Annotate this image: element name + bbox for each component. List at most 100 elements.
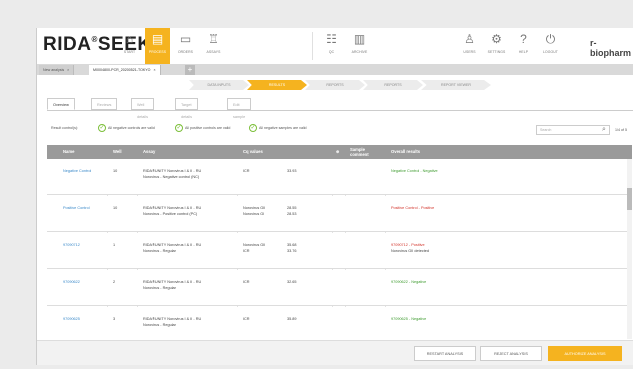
check-negative-controls: ✓ All negative controls are valid <box>98 123 155 133</box>
step-reports[interactable]: REPORTS <box>305 80 365 90</box>
subtab-overview[interactable]: Overview <box>47 98 75 110</box>
controls-label: Result control(s): <box>51 126 79 130</box>
nav-process-button[interactable]: ▤ PROCESS <box>145 28 170 64</box>
col-comment-icon[interactable]: ⊕ <box>336 145 340 159</box>
col-assay[interactable]: Assay <box>143 145 155 159</box>
nav-logout-button[interactable]: ⏻ LOGOUT <box>538 28 563 64</box>
add-tab-button[interactable]: + <box>185 65 195 75</box>
cq-value: 35.68 <box>287 243 297 247</box>
subtab-target-details[interactable]: Target details <box>175 98 198 119</box>
assays-icon: ♖ <box>208 32 219 46</box>
qc-icon: ☷ <box>326 32 337 46</box>
top-header: RIDA®SEEK ⌂ START ▤ PROCESS ▭ ORDERS ♖ A… <box>37 28 633 64</box>
power-icon: ⏻ <box>545 32 556 46</box>
subtab-edit-sample[interactable]: Edit sample <box>227 98 252 119</box>
row-well: 3 <box>113 317 116 321</box>
search-input[interactable]: Search <box>536 125 610 135</box>
nav-start-button[interactable]: ⌂ START <box>117 28 142 64</box>
result-main: 97090712 - Positive <box>391 243 425 247</box>
subtab-reviews[interactable]: Reviews <box>91 98 118 110</box>
row-result: 97090712 - Positive Norovirus GII detecte… <box>391 243 429 254</box>
nav-help-button[interactable]: ? HELP <box>511 28 536 64</box>
pager-label: 1/4 of 5 <box>615 128 627 132</box>
authorize-analysis-button[interactable]: AUTHORIZE ANALYSIS <box>548 346 622 361</box>
check-label: All negative controls are valid <box>108 126 155 130</box>
tab-current-analysis[interactable]: M0004800-PCR_20200521-TOKYO × <box>89 65 161 75</box>
tab-label: New analysis <box>43 68 65 72</box>
cq-target: Norovirus GII <box>243 206 266 210</box>
nav-orders-button[interactable]: ▭ ORDERS <box>173 28 198 64</box>
row-cq-target: ICR <box>243 280 250 284</box>
nav-qc-button[interactable]: ☷ QC <box>319 28 344 64</box>
assay-line: Norovirus - Negative control (NC) <box>143 174 200 179</box>
row-name[interactable]: 97090625 <box>63 317 80 323</box>
nav-label: QC <box>328 50 335 54</box>
cq-target: Norovirus GI <box>243 211 265 216</box>
row-cq-value: 33.93 <box>287 169 297 173</box>
check-label: All negative samples are valid <box>259 126 307 130</box>
row-cq-value: 32.65 <box>287 280 297 284</box>
nav-assays-button[interactable]: ♖ ASSAYS <box>201 28 226 64</box>
assay-line: Norovirus - Positive control (PC) <box>143 211 198 216</box>
table-row[interactable]: Negative Control 10 RIDA®UNITY Norovirus… <box>47 159 632 195</box>
row-cq-value: 28.55 28.53 <box>287 206 297 217</box>
row-name[interactable]: Negative Control <box>63 169 91 175</box>
table-scrollbar[interactable] <box>627 159 632 339</box>
nav-settings-button[interactable]: ⚙ SETTINGS <box>484 28 509 64</box>
archive-icon: ▥ <box>353 32 366 46</box>
scrollbar-thumb[interactable] <box>627 188 632 210</box>
process-icon: ▤ <box>151 32 164 46</box>
restart-analysis-button[interactable]: RESTART ANALYSIS <box>414 346 476 361</box>
close-icon[interactable]: × <box>67 68 69 72</box>
table-row[interactable]: Positive Control 10 RIDA®UNITY Norovirus… <box>47 196 632 232</box>
step-results[interactable]: RESULTS <box>247 80 307 90</box>
table-row[interactable]: 97090622 2 RIDA®UNITY Norovirus I & II -… <box>47 270 632 306</box>
check-circle-icon: ✓ <box>98 124 106 133</box>
reject-analysis-button[interactable]: REJECT ANALYSIS <box>480 346 542 361</box>
tab-label: M0004800-PCR_20200521-TOKYO <box>93 68 151 72</box>
row-name[interactable]: 97090622 <box>63 280 80 286</box>
tab-new-analysis[interactable]: New analysis × <box>39 65 75 75</box>
table-row[interactable]: 97090625 3 RIDA®UNITY Norovirus I & II -… <box>47 307 632 343</box>
assay-line: Norovirus - Regular <box>143 248 176 253</box>
table-row[interactable]: 97090712 1 RIDA®UNITY Norovirus I & II -… <box>47 233 632 269</box>
subtab-underline <box>47 110 633 111</box>
row-well: 10 <box>113 206 118 210</box>
header-divider <box>312 32 313 60</box>
assay-line: Norovirus - Regular <box>143 322 176 327</box>
cq-value: 33.76 <box>287 248 297 253</box>
assay-line: Norovirus - Regular <box>143 285 176 290</box>
check-positive-controls: ✓ All positive controls are valid <box>175 123 230 133</box>
action-footer: RESTART ANALYSIS REJECT ANALYSIS AUTHORI… <box>37 340 633 365</box>
row-cq-target: Norovirus GII ICR <box>243 243 265 254</box>
row-well: 2 <box>113 280 116 284</box>
row-well: 1 <box>113 243 116 247</box>
row-name[interactable]: 97090712 <box>63 243 80 249</box>
step-report-viewer[interactable]: REPORT VIEWER <box>421 80 491 90</box>
col-overall-results[interactable]: Overall results <box>391 145 420 159</box>
check-circle-icon: ✓ <box>249 124 257 133</box>
brand-logo: r-biopharm <box>590 38 632 58</box>
col-sample-comment[interactable]: Sample comment <box>350 145 382 159</box>
col-name[interactable]: Name <box>63 145 74 159</box>
screen-background: RIDA®SEEK ⌂ START ▤ PROCESS ▭ ORDERS ♖ A… <box>0 0 633 369</box>
assay-line: RIDA®UNITY Norovirus I & II - RU <box>143 206 202 210</box>
step-reports-2[interactable]: REPORTS <box>363 80 423 90</box>
assay-line: RIDA®UNITY Norovirus I & II - RU <box>143 169 202 173</box>
row-cq-target: Norovirus GII Norovirus GI <box>243 206 265 217</box>
nav-users-button[interactable]: ♙ USERS <box>457 28 482 64</box>
check-negative-samples: ✓ All negative samples are valid <box>249 123 307 133</box>
orders-icon: ▭ <box>179 32 192 46</box>
cq-target: Norovirus GII <box>243 243 266 247</box>
search-icon[interactable]: ⌕ <box>602 125 606 135</box>
close-icon[interactable]: × <box>153 68 155 72</box>
col-well[interactable]: Well <box>113 145 122 159</box>
step-data-inputs[interactable]: DATA INPUTS <box>189 80 249 90</box>
col-cq-values[interactable]: Cq values <box>243 145 263 159</box>
nav-label: LOGOUT <box>543 50 558 54</box>
logo-text-a: RIDA <box>43 34 92 55</box>
row-name[interactable]: Positive Control <box>63 206 90 212</box>
nav-archive-button[interactable]: ▥ ARCHIVE <box>347 28 372 64</box>
subtab-well-details[interactable]: Well details <box>131 98 154 119</box>
check-label: All positive controls are valid <box>185 126 231 130</box>
